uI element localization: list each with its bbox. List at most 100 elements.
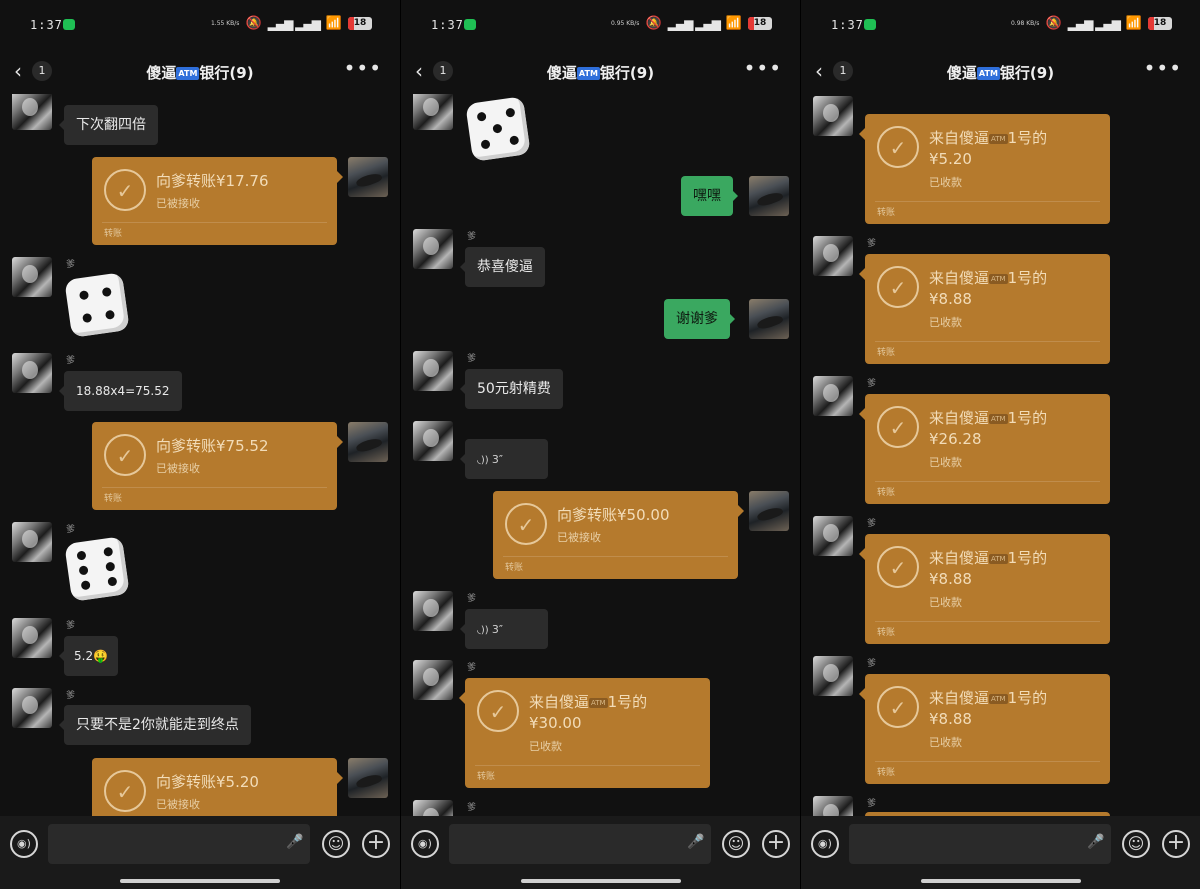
message-bubble[interactable]: 50元射精费 <box>460 369 563 409</box>
my-message-bubble[interactable]: 谢谢爹 <box>664 299 735 339</box>
received-transfer-card[interactable]: ✓ 来自傻逼 ATM 1号的 ¥30.00 已收款 转账 <box>459 678 710 788</box>
voice-toggle-icon[interactable]: ◉) <box>411 830 439 858</box>
transfer-footer: 转账 <box>877 628 896 638</box>
emoji-icon[interactable]: ☺ <box>722 830 750 858</box>
my-message-bubble[interactable]: 嘿嘿 <box>681 176 738 216</box>
message-input[interactable] <box>849 824 1111 864</box>
transfer-status: 已被接收 <box>156 462 200 475</box>
plus-icon[interactable]: + <box>762 830 790 858</box>
avatar[interactable] <box>12 688 52 728</box>
my-avatar[interactable] <box>749 176 789 216</box>
check-icon: ✓ <box>877 686 919 728</box>
emoji-icon[interactable]: ☺ <box>1122 830 1150 858</box>
avatar[interactable] <box>813 516 853 556</box>
home-indicator[interactable] <box>921 879 1081 883</box>
wechat-notification-icon <box>464 19 476 30</box>
voice-toggle-icon[interactable]: ◉) <box>10 830 38 858</box>
more-icon[interactable]: ••• <box>744 56 782 80</box>
message-bubble[interactable]: 下次翻四倍 <box>59 105 158 145</box>
transfer-title-prefix: 来自傻逼 <box>929 129 990 147</box>
avatar[interactable] <box>413 591 453 631</box>
sender-name: 爹 <box>467 803 477 813</box>
my-avatar[interactable] <box>348 758 388 798</box>
received-transfer-card[interactable]: ✓ 来自傻逼 ATM 1号的 ¥5.20 已收款 转账 <box>859 114 1110 224</box>
dice-emoji[interactable] <box>465 96 531 162</box>
check-icon: ✓ <box>477 690 519 732</box>
avatar[interactable] <box>813 796 853 816</box>
network-speed: 0.98 KB/s <box>1010 19 1040 27</box>
home-indicator[interactable] <box>120 879 280 883</box>
avatar[interactable] <box>413 800 453 816</box>
mic-icon[interactable]: 🎤 <box>687 834 704 850</box>
message-list[interactable]: 嘿嘿 爹 恭喜傻逼 谢谢爹 爹 50元射精费 ◟)) 3″ ✓ 向爹转账¥50.… <box>401 94 800 816</box>
voice-message[interactable]: ◟)) 3″ <box>460 609 548 649</box>
received-transfer-card[interactable]: ✓ 来自傻逼 ATM 1号的 ¥8.88 已收款 转账 <box>859 534 1110 644</box>
avatar[interactable] <box>813 96 853 136</box>
transfer-card[interactable]: ✓ 向爹转账¥5.20 已被接收 <box>92 758 343 816</box>
mute-icon: 🔕 <box>245 16 262 31</box>
avatar[interactable] <box>413 351 453 391</box>
plus-icon[interactable]: + <box>1162 830 1190 858</box>
message-bubble[interactable]: 恭喜傻逼 <box>460 247 545 287</box>
more-icon[interactable]: ••• <box>1144 56 1182 80</box>
message-bubble[interactable]: 只要不是2你就能走到终点 <box>59 705 251 745</box>
message-input[interactable] <box>449 824 711 864</box>
received-transfer-card[interactable]: ✓ 来自傻逼 ATM 1号的 ¥8.88 已收款 转账 <box>859 254 1110 364</box>
plus-icon[interactable]: + <box>362 830 390 858</box>
atm-emoji: ATM <box>976 67 1000 80</box>
avatar[interactable] <box>413 229 453 269</box>
chat-screen-1: 1:37 1.55 KB/s 🔕 ▂▄▆ ▂▄▆ 📶 18 ‹ 1 傻逼 ATM 银… <box>0 0 400 889</box>
my-avatar[interactable] <box>348 422 388 462</box>
voice-message[interactable]: ◟)) 3″ <box>460 439 548 479</box>
mic-icon[interactable]: 🎤 <box>1087 834 1104 850</box>
more-icon[interactable]: ••• <box>344 56 382 80</box>
avatar[interactable] <box>12 257 52 297</box>
message-bubble[interactable]: 5.2🤑 <box>58 636 119 676</box>
message-list[interactable]: ✓ 来自傻逼 ATM 1号的 ¥5.20 已收款 转账 爹 ✓ 来自傻逼 ATM 1号的… <box>801 94 1200 816</box>
avatar[interactable] <box>813 236 853 276</box>
check-icon: ✓ <box>877 126 919 168</box>
transfer-title: 向爹转账¥75.52 <box>156 437 269 455</box>
transfer-title-prefix: 来自傻逼 <box>529 693 590 711</box>
dice-emoji[interactable] <box>64 272 130 338</box>
transfer-card[interactable]: ✓ 向爹转账¥17.76 已被接收 转账 <box>92 157 343 245</box>
received-transfer-card[interactable]: ✓ 来自傻逼 ATM 1号的 ¥26.28 已收款 转账 <box>859 394 1110 504</box>
avatar[interactable] <box>12 353 52 393</box>
my-avatar[interactable] <box>749 491 789 531</box>
atm-emoji: ATM <box>589 697 608 708</box>
status-bar: 1:37 1.55 KB/s 🔕 ▂▄▆ ▂▄▆ 📶 18 <box>0 0 400 50</box>
emoji-icon[interactable]: ☺ <box>322 830 350 858</box>
avatar[interactable] <box>813 656 853 696</box>
message-bubble[interactable]: 18.88x4=75.52 <box>59 371 182 411</box>
home-indicator[interactable] <box>521 879 681 883</box>
transfer-card[interactable]: ✓ 向爹转账¥50.00 已被接收 转账 <box>493 491 744 579</box>
avatar[interactable] <box>413 660 453 700</box>
divider <box>875 201 1100 202</box>
my-avatar[interactable] <box>749 299 789 339</box>
mic-icon[interactable]: 🎤 <box>286 834 303 850</box>
avatar[interactable] <box>813 376 853 416</box>
transfer-amount: ¥5.20 <box>929 150 972 168</box>
avatar[interactable] <box>12 522 52 562</box>
message-input[interactable] <box>48 824 310 864</box>
avatar[interactable] <box>12 94 52 130</box>
avatar[interactable] <box>413 94 453 130</box>
transfer-footer: 转账 <box>877 488 896 498</box>
dice-emoji[interactable] <box>64 536 130 602</box>
received-transfer-card[interactable]: ✓ 来自傻逼 ATM 1号的 ¥8.88 已收款 转账 <box>859 674 1110 784</box>
transfer-footer: 转账 <box>104 494 123 504</box>
avatar[interactable] <box>413 421 453 461</box>
input-bar: ◉) 🎤 ☺ + <box>0 816 400 889</box>
voice-wave-icon: ◟)) <box>477 625 492 636</box>
avatar[interactable] <box>12 618 52 658</box>
transfer-title-suffix: 1号的 <box>1007 269 1048 287</box>
message-list[interactable]: 下次翻四倍 ✓ 向爹转账¥17.76 已被接收 转账 爹 爹 18.88x4=7… <box>0 94 400 816</box>
transfer-card[interactable]: ✓ 向爹转账¥75.52 已被接收 转账 <box>92 422 343 510</box>
transfer-title: 向爹转账¥17.76 <box>156 172 269 190</box>
sender-name: 爹 <box>867 799 877 809</box>
voice-toggle-icon[interactable]: ◉) <box>811 830 839 858</box>
my-avatar[interactable] <box>348 157 388 197</box>
sender-name: 爹 <box>66 621 76 631</box>
atm-emoji: ATM <box>989 133 1008 144</box>
sender-name: 爹 <box>467 663 477 673</box>
